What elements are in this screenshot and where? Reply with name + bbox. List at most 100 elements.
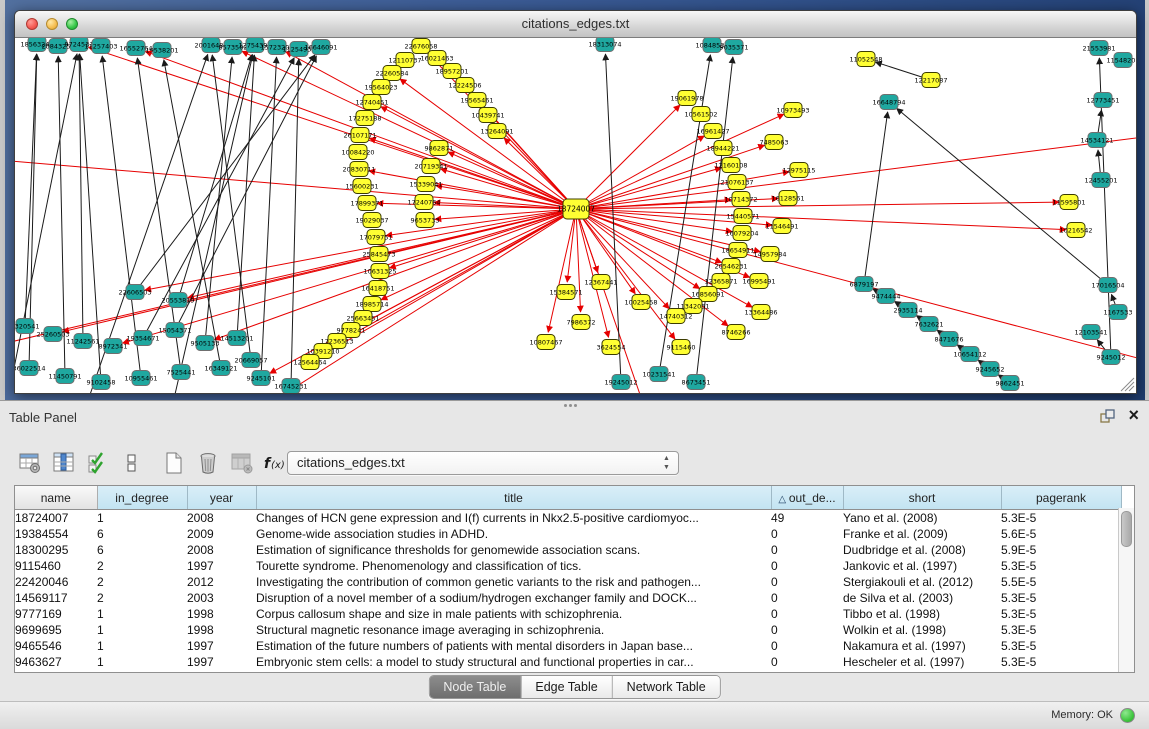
graph-node[interactable]: 3624554 [597,340,626,355]
graph-node[interactable]: 19061978 [670,91,703,106]
table-row[interactable]: 911546021997Tourette syndrome. Phenomeno… [15,558,1121,574]
table-selector-dropdown[interactable]: citations_edges.txt ▲▼ [287,451,679,475]
graph-node[interactable]: 11548201 [1106,53,1136,68]
column-header-in_degree[interactable]: in_degree [97,486,187,510]
column-settings-button[interactable] [16,450,44,476]
graph-node[interactable]: 17899371 [350,196,383,211]
delete-table-button[interactable] [194,450,222,476]
table-row[interactable]: 969969511998Structural magnetic resonanc… [15,622,1121,638]
resize-grip-icon[interactable] [1115,372,1135,392]
graph-node[interactable]: 21553981 [1082,41,1115,56]
show-hide-columns-button[interactable] [84,450,112,476]
graph-node[interactable]: 15440571 [726,209,759,224]
graph-node[interactable]: 15384571 [549,285,582,300]
graph-node[interactable]: 11450791 [48,369,81,384]
network-graph[interactable]: 1872400712110737222605841956402312740451… [15,38,1136,393]
table-scrollbar[interactable] [1118,508,1134,672]
function-builder-button[interactable]: f (x) [262,450,290,476]
graph-node[interactable]: 10714372 [724,192,757,207]
graph-node[interactable]: 36022514 [15,361,46,376]
graph-node[interactable]: 16995491 [742,274,775,289]
graph-node[interactable]: 8746266 [722,325,751,340]
graph-node[interactable]: 18944221 [706,141,739,156]
table-row[interactable]: 1830029562008Estimation of significance … [15,542,1121,558]
graph-node[interactable]: 16745231 [274,379,307,394]
column-header-title[interactable]: title [256,486,771,510]
graph-node[interactable]: 7986372 [567,315,596,330]
column-header-short[interactable]: short [843,486,1001,510]
graph-node[interactable]: 13264091 [480,124,513,139]
graph-node[interactable]: 17079751 [359,230,392,245]
graph-node[interactable]: 11595801 [1052,195,1085,210]
graph-node[interactable]: 10561502 [684,107,717,122]
table-row[interactable]: 946362711997Embryonic stem cells: a mode… [15,654,1121,670]
tab-node-table[interactable]: Node Table [429,676,521,698]
graph-node[interactable]: 12367441 [584,275,617,290]
graph-node[interactable]: 12160108 [714,158,747,173]
graph-node[interactable]: 10955461 [124,371,157,386]
table-row[interactable]: 2242004622012Investigating the contribut… [15,574,1121,590]
graph-node[interactable]: 17275188 [348,111,381,126]
graph-node[interactable]: 12103541 [1074,325,1107,340]
graph-node[interactable]: 10654112 [953,347,986,362]
close-panel-icon[interactable]: × [1128,407,1139,423]
graph-node[interactable]: 12773451 [1086,93,1119,108]
graph-node[interactable]: 12455201 [1084,173,1117,188]
tab-edge-table[interactable]: Edge Table [521,676,612,698]
graph-node[interactable]: 26107171 [343,128,376,143]
graph-node[interactable]: 17016504 [1091,278,1124,293]
network-window-titlebar[interactable]: citations_edges.txt [15,11,1136,38]
graph-node[interactable]: 11546491 [765,219,798,234]
graph-node[interactable]: 10439741 [471,108,504,123]
network-window[interactable]: citations_edges.txt 18724007121107372226… [14,10,1137,394]
table-row[interactable]: 946554611997Estimation of the future num… [15,638,1121,654]
graph-node[interactable]: 10631325 [363,264,396,279]
graph-node[interactable]: 9102458 [87,375,116,390]
graph-node[interactable]: 10025458 [624,295,657,310]
graph-node[interactable]: 10807467 [529,335,562,350]
panel-splitter[interactable] [0,401,1149,410]
graph-node[interactable]: 2935114 [894,303,923,318]
new-table-button[interactable] [160,450,188,476]
column-header-name[interactable]: name [15,486,97,510]
tab-network-table[interactable]: Network Table [613,676,720,698]
graph-node[interactable]: 9115460 [667,340,696,355]
column-header-pagerank[interactable]: pagerank [1001,486,1121,510]
graph-node[interactable]: 14534121 [1080,133,1113,148]
graph-node[interactable]: 16079204 [725,226,758,241]
select-columns-button[interactable] [50,450,78,476]
graph-node[interactable]: 20830711 [342,162,375,177]
graph-node[interactable]: 16418751 [361,281,394,296]
graph-node[interactable]: 12975115 [782,163,815,178]
graph-node[interactable]: 16349121 [204,361,237,376]
graph-node[interactable]: 8471676 [935,332,964,347]
graph-node[interactable]: 20719341 [414,159,447,174]
graph-node[interactable]: 1167533 [1104,305,1133,320]
graph-node[interactable]: 11242561 [66,334,99,349]
graph-node[interactable]: 19565461 [460,93,493,108]
table-row[interactable]: 977716911998Corpus callosum shape and si… [15,606,1121,622]
graph-node[interactable]: 18313074 [588,38,621,52]
graph-node[interactable]: 11052548 [849,52,882,67]
graph-node[interactable]: 7632621 [915,317,944,332]
graph-node[interactable]: 19354671 [126,331,159,346]
graph-node[interactable]: 19564023 [364,80,397,95]
graph-node[interactable]: 14957984 [753,247,786,262]
graph-node[interactable]: 10216542 [1059,223,1092,238]
graph-node[interactable]: 10231541 [642,367,675,382]
graph-node[interactable]: 9245652 [976,362,1005,377]
float-panel-icon[interactable] [1099,408,1115,424]
network-view[interactable]: 1872400712110737222605841956402312740451… [15,38,1136,393]
graph-node[interactable]: 19245012 [604,375,637,390]
graph-node[interactable]: 9653733 [411,213,440,228]
table-row[interactable]: 1456911722003Disruption of a novel membe… [15,590,1121,606]
graph-node[interactable]: 16128561 [771,191,804,206]
scrollbar-thumb[interactable] [1121,511,1132,547]
table-row[interactable]: 1938455462009Genome-wide association stu… [15,526,1121,542]
graph-node[interactable]: 10084220 [341,145,374,160]
graph-node[interactable]: 12217087 [914,73,947,88]
graph-node[interactable]: 16648794 [872,95,905,110]
table-row[interactable]: 1872400712008Changes of HCN gene express… [15,510,1121,527]
graph-node[interactable]: 8673451 [682,375,711,390]
graph-node[interactable]: 19029037 [355,213,388,228]
